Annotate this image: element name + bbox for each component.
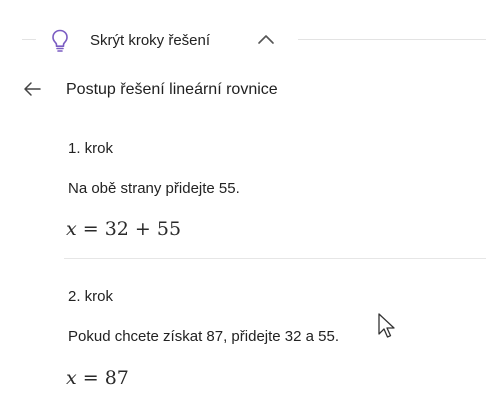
equation-variable: x: [66, 218, 77, 240]
step-label: 2. krok: [68, 288, 114, 305]
hide-steps-label: Skrýt kroky řešení: [90, 31, 211, 49]
step-equation: x = 32 + 55: [66, 218, 181, 240]
toggle-steps-row: Skrýt kroky řešení: [0, 22, 486, 58]
chevron-up-icon[interactable]: [256, 32, 276, 46]
equation-rest: = 32 + 55: [76, 218, 182, 240]
divider-left: [22, 39, 36, 40]
step-description: Pokud chcete získat 87, přidejte 32 a 55…: [68, 328, 340, 345]
back-arrow-icon[interactable]: [22, 80, 42, 98]
step-divider: [64, 258, 486, 259]
step-label: 1. krok: [68, 140, 114, 157]
lightbulb-icon: [46, 26, 74, 54]
solution-header: Postup řešení lineární rovnice: [0, 76, 486, 106]
hide-steps-button[interactable]: Skrýt kroky řešení: [46, 22, 286, 58]
step-equation: x = 87: [66, 367, 129, 389]
step-description: Na obě strany přidejte 55.: [68, 180, 240, 197]
page-title: Postup řešení lineární rovnice: [66, 81, 278, 98]
solution-steps-panel: Skrýt kroky řešení Postup řešení lineárn…: [0, 0, 486, 412]
mouse-cursor-icon: [377, 312, 397, 340]
divider-right: [298, 39, 486, 40]
equation-rest: = 87: [76, 367, 129, 389]
equation-variable: x: [66, 367, 77, 389]
